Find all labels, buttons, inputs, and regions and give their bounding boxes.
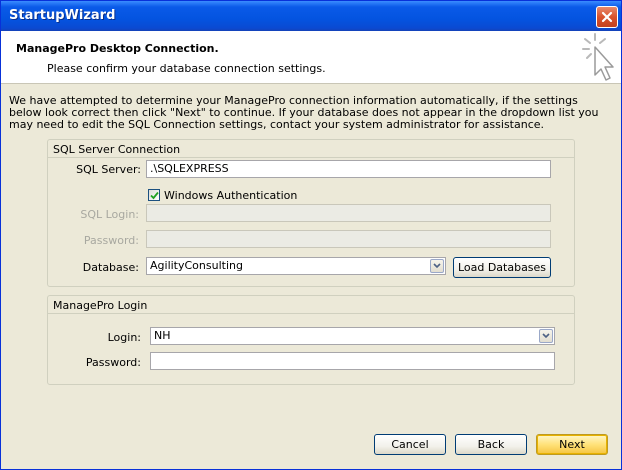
- close-button[interactable]: [596, 6, 618, 28]
- header-subtitle: Please confirm your database connection …: [47, 62, 326, 75]
- back-button[interactable]: Back: [455, 434, 527, 455]
- startup-wizard-window: StartupWizard ManagePro Desktop Connecti…: [0, 0, 622, 470]
- sql-login-input[interactable]: [146, 204, 551, 222]
- sql-server-label: SQL Server:: [76, 163, 141, 176]
- checkmark-icon: [150, 191, 159, 200]
- cancel-button[interactable]: Cancel: [374, 434, 446, 455]
- windows-authentication-label[interactable]: Windows Authentication: [164, 189, 297, 202]
- load-databases-button[interactable]: Load Databases: [453, 257, 551, 278]
- chevron-down-icon: [542, 333, 550, 339]
- close-icon: [601, 11, 613, 23]
- intro-text: We have attempted to determine your Mana…: [9, 94, 599, 131]
- managepro-login-label: Login:: [107, 331, 141, 344]
- sql-login-label: SQL Login:: [80, 208, 139, 221]
- managepro-login-select[interactable]: NH: [150, 327, 555, 345]
- database-label: Database:: [82, 261, 139, 274]
- group-title: ManagePro Login: [53, 299, 148, 312]
- sql-server-connection-group: SQL Server Connection SQL Server: .\SQLE…: [47, 139, 575, 287]
- group-title-bar: SQL Server Connection: [48, 140, 574, 158]
- title-bar[interactable]: StartupWizard: [1, 1, 621, 31]
- database-select[interactable]: AgilityConsulting: [146, 257, 446, 275]
- managepro-password-input[interactable]: [150, 352, 555, 370]
- managepro-login-group: ManagePro Login Login: NH Password:: [47, 295, 575, 385]
- database-value: AgilityConsulting: [150, 259, 243, 272]
- next-button[interactable]: Next: [536, 434, 608, 455]
- windows-authentication-checkbox[interactable]: [148, 189, 160, 201]
- sql-password-label: Password:: [83, 234, 139, 247]
- sql-server-input[interactable]: .\SQLEXPRESS: [146, 160, 551, 178]
- wizard-header: ManagePro Desktop Connection. Please con…: [1, 31, 621, 84]
- managepro-password-label: Password:: [85, 356, 141, 369]
- chevron-down-icon: [433, 263, 441, 269]
- group-title: SQL Server Connection: [53, 143, 181, 156]
- sql-password-input[interactable]: [146, 230, 551, 248]
- login-value: NH: [154, 329, 171, 342]
- window-title: StartupWizard: [9, 8, 116, 23]
- header-title: ManagePro Desktop Connection.: [16, 42, 219, 55]
- login-dropdown-button[interactable]: [539, 329, 553, 343]
- group-title-bar: ManagePro Login: [48, 296, 574, 314]
- wizard-cursor-icon: [582, 33, 614, 81]
- database-dropdown-button[interactable]: [430, 259, 444, 273]
